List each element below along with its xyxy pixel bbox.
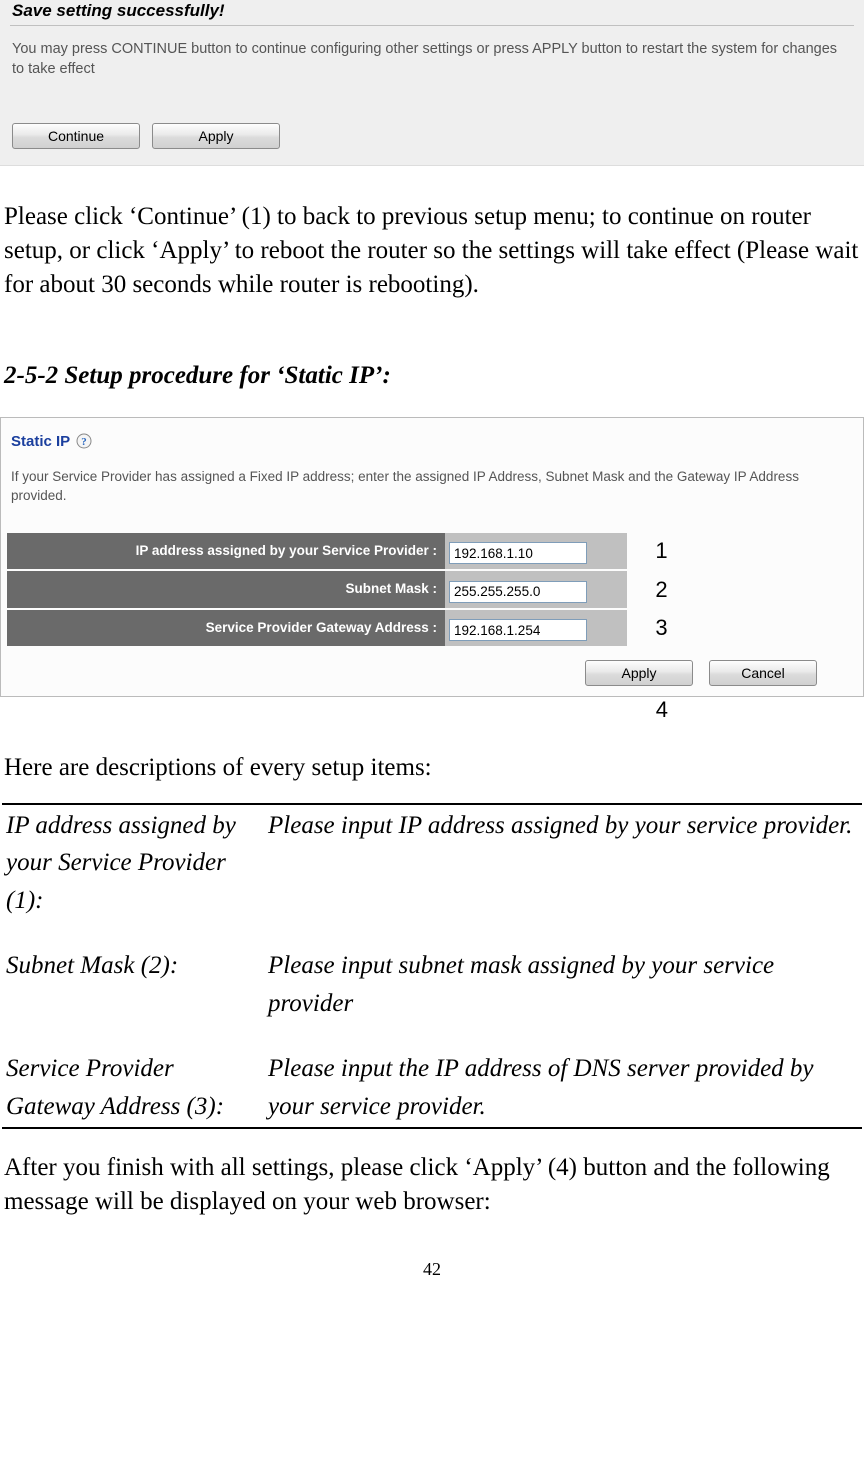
callout-number-2: 2	[627, 571, 677, 607]
static-ip-desc: If your Service Provider has assigned a …	[7, 458, 857, 530]
desc-label-1: IP address assigned by your Service Prov…	[6, 807, 268, 920]
subnet-mask-label: Subnet Mask :	[7, 571, 445, 607]
table-row: Subnet Mask : 2	[7, 571, 677, 607]
static-apply-button[interactable]: Apply	[585, 660, 693, 686]
table-row: Service Provider Gateway Address : 3	[7, 610, 677, 646]
callout-number-1: 1	[627, 533, 677, 569]
help-icon[interactable]: ?	[76, 426, 92, 458]
section-heading-252: 2-5-2 Setup procedure for ‘Static IP’:	[0, 301, 864, 417]
desc-text-1: Please input IP address assigned by your…	[268, 807, 858, 920]
descriptions-intro: Here are descriptions of every setup ite…	[0, 725, 864, 803]
continue-button[interactable]: Continue	[12, 123, 140, 149]
static-apply-row: Apply Cancel	[7, 648, 857, 686]
save-button-row: Continue Apply	[10, 123, 854, 149]
apply-button[interactable]: Apply	[152, 123, 280, 149]
desc-text-2: Please input subnet mask assigned by you…	[268, 947, 858, 1022]
table-row: IP address assigned by your Service Prov…	[7, 533, 677, 569]
static-ip-form: IP address assigned by your Service Prov…	[7, 531, 677, 648]
descriptions-table: IP address assigned by your Service Prov…	[2, 803, 862, 1130]
save-success-panel: Save setting successfully! You may press…	[0, 0, 864, 166]
static-cancel-button[interactable]: Cancel	[709, 660, 817, 686]
ip-address-input[interactable]	[449, 542, 587, 564]
page-number: 42	[0, 1219, 864, 1281]
desc-row: Subnet Mask (2): Please input subnet mas…	[6, 947, 858, 1022]
desc-row: IP address assigned by your Service Prov…	[6, 807, 858, 920]
desc-row: Service Provider Gateway Address (3): Pl…	[6, 1050, 858, 1125]
callout-number-3: 3	[627, 610, 677, 646]
after-apply-text: After you finish with all settings, plea…	[0, 1129, 864, 1219]
instruction-text: Please click ‘Continue’ (1) to back to p…	[4, 200, 860, 301]
save-success-note: You may press CONTINUE button to continu…	[10, 26, 854, 123]
desc-label-3: Service Provider Gateway Address (3):	[6, 1050, 268, 1125]
desc-label-2: Subnet Mask (2):	[6, 947, 268, 1022]
svg-text:?: ?	[81, 436, 87, 448]
desc-text-3: Please input the IP address of DNS serve…	[268, 1050, 858, 1125]
subnet-mask-input[interactable]	[449, 581, 587, 603]
save-success-title: Save setting successfully!	[10, 0, 854, 26]
static-ip-title: Static IP	[11, 432, 70, 452]
callout-number-4: 4	[0, 695, 864, 725]
gateway-address-input[interactable]	[449, 619, 587, 641]
static-ip-panel: Static IP ? If your Service Provider has…	[0, 417, 864, 697]
gateway-address-label: Service Provider Gateway Address :	[7, 610, 445, 646]
ip-address-label: IP address assigned by your Service Prov…	[7, 533, 445, 569]
instruction-paragraph: Please click ‘Continue’ (1) to back to p…	[0, 166, 864, 301]
